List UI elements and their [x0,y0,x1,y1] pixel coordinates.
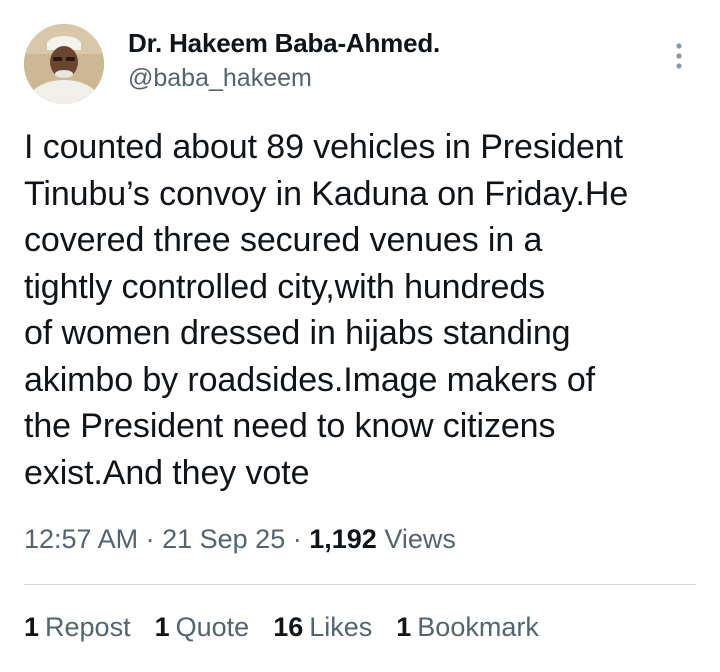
views-count: 1,192 [309,524,377,554]
quotes-label: Quote [175,612,250,642]
tweet-time: 12:57 AM [24,524,139,554]
bookmarks-count: 1 [396,612,412,642]
views-label: Views [384,524,456,554]
tweet-text-line: tightly controlled city,with hundreds [24,267,546,306]
reposts-stat[interactable]: 1 Repost [24,612,131,643]
author-display-name[interactable]: Dr. Hakeem Baba-Ahmed. [128,28,440,59]
tweet-card: Dr. Hakeem Baba-Ahmed. @baba_hakeem I co… [0,0,720,672]
tweet-text-line: I counted about 89 vehicles in President [24,128,623,166]
more-options-button[interactable] [664,38,694,74]
bookmarks-stat[interactable]: 1 Bookmark [396,612,539,643]
quotes-stat[interactable]: 1 Quote [155,612,250,643]
tweet-timestamp[interactable]: 12:57 AM · 21 Sep 25 [24,524,285,554]
tweet-text-line: the President need to know citizens [24,407,556,445]
avatar-photo [24,24,104,104]
tweet-date: 21 Sep 25 [162,524,286,554]
quotes-count: 1 [154,612,170,642]
bookmarks-label: Bookmark [417,612,539,642]
more-vertical-icon [676,43,682,69]
likes-count: 16 [273,612,304,642]
divider [24,584,696,585]
reposts-label: Repost [45,612,131,642]
likes-stat[interactable]: 16 Likes [273,612,372,643]
tweet-meta: 12:57 AM · 21 Sep 25 · 1,192 Views [24,524,456,555]
likes-label: Likes [309,612,373,642]
reposts-count: 1 [24,612,40,642]
tweet-text-line: akimbo by roadsides.Image makers of [24,360,595,399]
views-link[interactable]: 1,192 Views [309,524,456,554]
author-handle[interactable]: @baba_hakeem [128,64,312,93]
author-avatar[interactable] [24,24,104,104]
meta-separator: · [292,524,302,554]
tweet-text-line: exist.And they vote [24,453,310,492]
engagement-stats: 1 Repost 1 Quote 16 Likes 1 Bookmark [24,612,539,643]
tweet-text-line: covered three secured venues in a [24,221,543,259]
tweet-text-line: of women dressed in hijabs standing [24,314,571,352]
tweet-text: I counted about 89 vehicles in President… [24,124,704,496]
tweet-text-line: Tinubu’s convoy in Kaduna on Friday.He [24,174,629,213]
meta-separator: · [145,524,155,554]
